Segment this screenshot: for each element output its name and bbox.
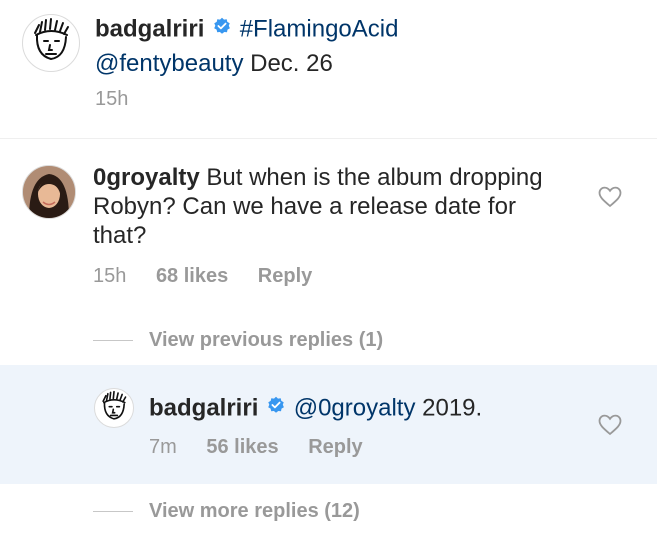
reply-reply-button[interactable]: Reply [308,436,362,458]
reply-meta: 7m 56 likes Reply [149,436,363,459]
reply-mention[interactable]: @0groyalty [294,394,416,421]
caption-mention[interactable]: @fentybeauty [95,50,243,77]
comment-username[interactable]: 0groyalty [93,164,200,191]
view-more-line [93,511,133,512]
reply-text: badgalriri @0groyalty 2019. [149,392,579,426]
commenter-avatar[interactable] [22,165,76,219]
section-divider [0,138,657,139]
profile-photo-icon [23,166,75,218]
reply-likes[interactable]: 56 likes [206,436,278,458]
caption-username[interactable]: badgalriri [95,15,204,42]
comment-time: 15h [93,265,127,287]
view-previous-line [93,340,133,341]
caption-time: 15h [95,88,129,110]
view-more-replies-button[interactable]: View more replies (12) [149,500,360,523]
sketch-face-icon [34,18,69,61]
comment-like-heart-icon[interactable] [598,186,622,208]
reply-avatar[interactable] [94,388,134,428]
caption-text: badgalriri #FlamingoAcid @fentybeauty De… [95,12,615,80]
comment-reply-button[interactable]: Reply [258,265,312,287]
reply-body: 2019. [415,394,483,422]
view-previous-replies-button[interactable]: View previous replies (1) [149,329,383,352]
verified-icon [267,392,285,422]
comment-likes[interactable]: 68 likes [156,265,228,287]
reply-username[interactable]: badgalriri [149,394,258,421]
caption-hashtag[interactable]: #FlamingoAcid [240,15,399,42]
reply-like-heart-icon[interactable] [598,414,622,436]
sketch-face-icon [102,390,127,420]
comment-text: 0groyalty But when is the album dropping… [93,163,563,250]
verified-icon [213,12,231,44]
caption-avatar[interactable] [22,14,80,72]
comment-meta: 15h 68 likes Reply [93,265,312,288]
reply-time: 7m [149,436,177,458]
caption-date: Dec. 26 [243,50,333,77]
